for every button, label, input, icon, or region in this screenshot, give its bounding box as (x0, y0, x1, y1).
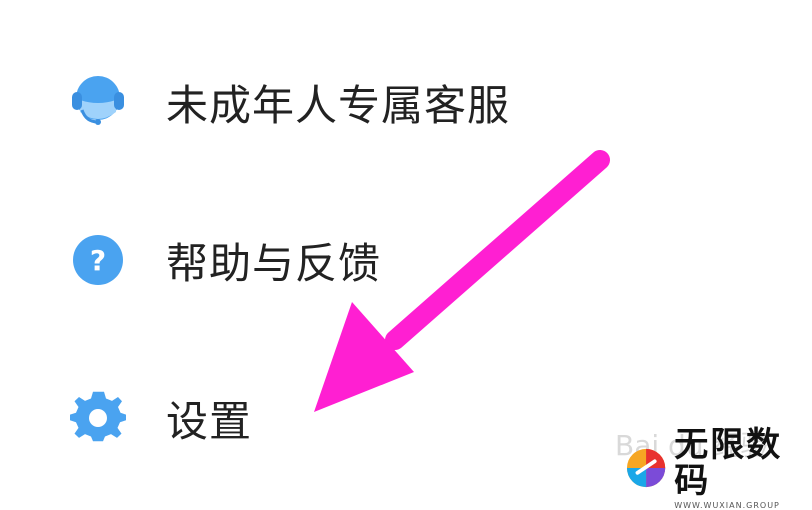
brand-url: WWW.WUXIAN.GROUP (674, 500, 780, 510)
brand-name: 无限数码 (674, 424, 783, 501)
menu-item-label: 未成年人专属客服 (166, 80, 511, 130)
gear-icon (70, 390, 126, 446)
brand-logo: 无限数码 WWW.WUXIAN.GROUP (626, 427, 812, 510)
menu-item-label: 设置 (166, 396, 253, 446)
svg-text:?: ? (90, 244, 106, 277)
brand-logo-icon (626, 448, 666, 488)
headset-customer-service-icon (70, 74, 126, 130)
question-mark-icon: ? (70, 232, 126, 288)
menu-item-customer-service[interactable]: 未成年人专属客服 (70, 62, 510, 142)
menu-item-label: 帮助与反馈 (166, 238, 382, 288)
menu-item-help-feedback[interactable]: ? 帮助与反馈 (70, 220, 381, 300)
brand-text: 无限数码 WWW.WUXIAN.GROUP (674, 427, 812, 510)
menu-item-settings[interactable]: 设置 (70, 378, 252, 458)
